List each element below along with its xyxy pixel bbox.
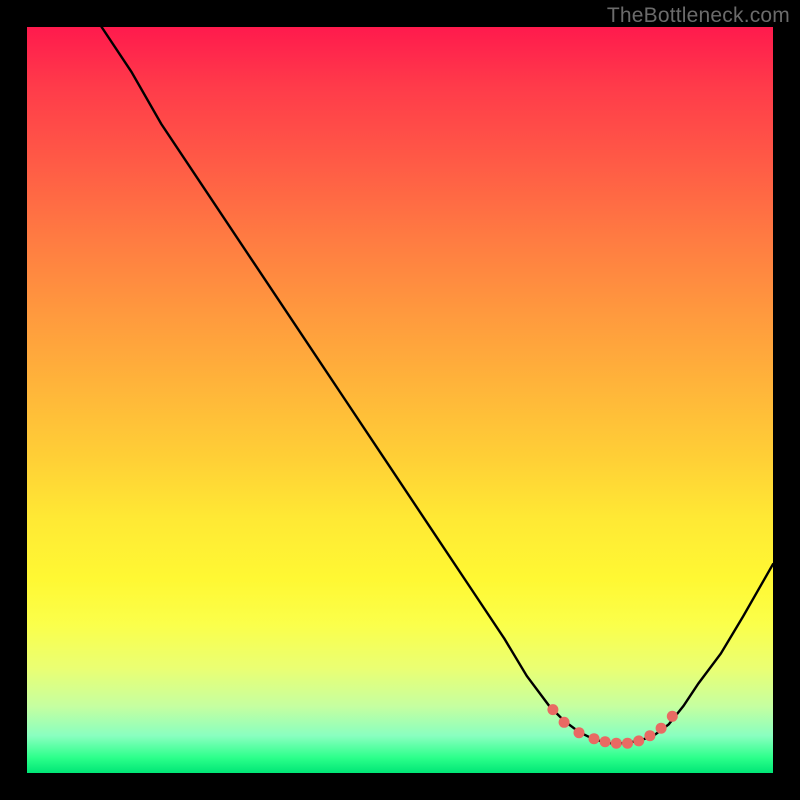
- valley-marker: [644, 730, 655, 741]
- valley-marker: [656, 723, 667, 734]
- chart-frame: TheBottleneck.com: [0, 0, 800, 800]
- valley-marker: [667, 711, 678, 722]
- valley-marker: [589, 733, 600, 744]
- valley-marker: [600, 736, 611, 747]
- valley-marker: [559, 717, 570, 728]
- bottleneck-curve: [102, 27, 773, 743]
- watermark-text: TheBottleneck.com: [607, 4, 790, 28]
- valley-marker: [622, 738, 633, 749]
- chart-svg: [27, 27, 773, 773]
- valley-marker: [547, 704, 558, 715]
- valley-marker: [574, 727, 585, 738]
- plot-area: [27, 27, 773, 773]
- valley-marker: [633, 735, 644, 746]
- valley-markers: [547, 704, 677, 749]
- valley-marker: [611, 738, 622, 749]
